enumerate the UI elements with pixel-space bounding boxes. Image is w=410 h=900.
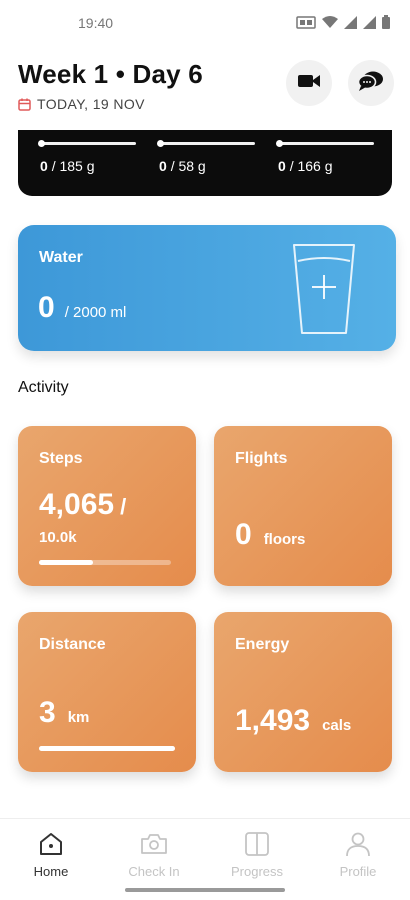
home-indicator[interactable]	[125, 888, 285, 892]
compare-icon	[207, 831, 307, 860]
distance-progress-fill	[39, 746, 175, 751]
steps-progress-bar	[39, 560, 171, 565]
distance-unit: km	[67, 709, 90, 726]
water-value: 0 / 2000 ml	[38, 291, 126, 325]
signal-icon	[344, 15, 357, 34]
add-water-button[interactable]	[292, 241, 356, 342]
macro-value: 0 / 166 g	[278, 158, 333, 174]
distance-value-row: 3 km	[39, 696, 89, 730]
water-card[interactable]: Water 0 / 2000 ml	[18, 225, 396, 351]
steps-slash: /	[120, 494, 127, 519]
nav-label-check-in: Check In	[128, 864, 180, 879]
cup-plus-icon	[292, 244, 356, 341]
wifi-icon	[322, 15, 338, 34]
nav-item-profile[interactable]: Profile	[308, 831, 408, 879]
nav-item-home[interactable]: Home	[1, 831, 101, 879]
macro-value: 0 / 58 g	[159, 158, 206, 174]
distance-title: Distance	[39, 636, 106, 653]
steps-title: Steps	[39, 450, 83, 467]
distance-tile[interactable]: Distance 3 km	[18, 612, 196, 772]
activity-section-title: Activity	[18, 379, 69, 396]
flights-tile[interactable]: Flights 0 floors	[214, 426, 392, 586]
water-title: Water	[39, 249, 83, 266]
steps-value: 4,065	[39, 488, 115, 521]
page-title: Week 1 • Day 6	[18, 59, 203, 89]
flights-unit: floors	[263, 531, 306, 548]
water-amount: 0	[38, 291, 55, 324]
macro-progress-bar	[38, 140, 136, 147]
energy-value-row: 1,493 cals	[235, 704, 351, 738]
macro-progress-bar	[276, 140, 374, 147]
energy-tile[interactable]: Energy 1,493 cals	[214, 612, 392, 772]
calendar-icon	[18, 98, 31, 111]
person-icon	[308, 831, 408, 860]
status-icons	[296, 15, 390, 34]
steps-progress-fill	[39, 560, 94, 565]
nav-item-check-in[interactable]: Check In	[104, 831, 204, 879]
camera-icon	[104, 831, 204, 860]
nav-item-progress[interactable]: Progress	[207, 831, 307, 879]
nav-label-home: Home	[33, 864, 69, 879]
chat-button[interactable]	[348, 60, 394, 106]
nav-label-profile: Profile	[339, 864, 377, 879]
macro-value: 0 / 185 g	[40, 158, 95, 174]
macro-protein: 0 / 185 g	[38, 140, 136, 174]
status-time: 19:40	[78, 15, 114, 31]
video-call-button[interactable]	[286, 60, 332, 106]
macro-fat: 0 / 58 g	[157, 140, 255, 174]
nutrition-card[interactable]: 0 / 185 g 0 / 58 g 0 / 166 g	[18, 130, 392, 196]
flights-title: Flights	[235, 450, 288, 467]
macro-progress-bar	[157, 140, 255, 147]
signal-icon-2	[363, 15, 376, 34]
battery-icon	[382, 15, 390, 34]
cast-icon	[296, 15, 316, 34]
steps-value-row: 4,065 /	[39, 488, 126, 522]
home-icon	[1, 831, 101, 860]
video-camera-icon	[297, 73, 321, 94]
energy-title: Energy	[235, 636, 290, 653]
steps-tile[interactable]: Steps 4,065 / 10.0k	[18, 426, 196, 586]
water-target: / 2000 ml	[64, 304, 127, 321]
flights-value-row: 0 floors	[235, 518, 305, 552]
steps-goal: 10.0k	[39, 529, 77, 546]
energy-unit: cals	[322, 717, 352, 734]
energy-value: 1,493	[235, 704, 311, 737]
page-header: Week 1 • Day 6 TODAY, 19 NOV	[0, 46, 410, 130]
macro-carbs: 0 / 166 g	[276, 140, 374, 174]
chat-bubbles-icon	[357, 70, 384, 97]
distance-progress-bar	[39, 746, 175, 751]
status-bar: 19:40	[0, 0, 410, 46]
flights-value: 0	[235, 518, 252, 551]
date-row: TODAY, 19 NOV	[18, 96, 145, 112]
date-label: TODAY, 19 NOV	[37, 96, 145, 112]
distance-value: 3	[39, 696, 56, 729]
nav-label-progress: Progress	[230, 864, 284, 879]
